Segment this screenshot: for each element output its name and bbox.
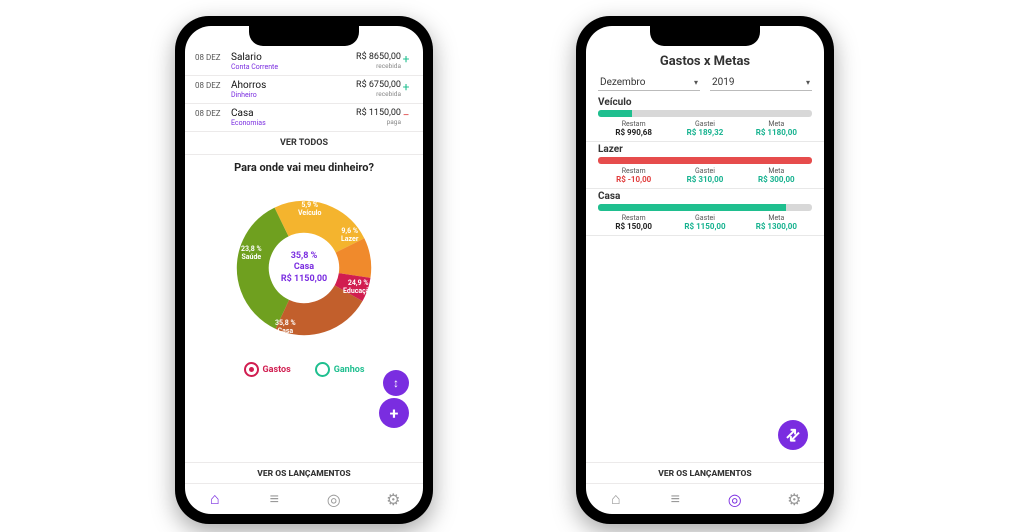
transaction-account: Dinheiro <box>231 91 356 99</box>
bottom-nav: ⌂ ≡ ◎ ⚙ <box>586 483 824 514</box>
goal-restam: R$ -10,00 <box>598 175 669 184</box>
transaction-account: Conta Corrente <box>231 63 356 71</box>
transaction-row[interactable]: 08 DEZ Casa Economias R$ 1150,00 paga − <box>185 104 423 132</box>
bottom-nav: ⌂ ≡ ◎ ⚙ <box>185 483 423 514</box>
goal-name: Casa <box>598 191 812 202</box>
transaction-amount: R$ 1150,00 <box>356 108 401 118</box>
transaction-row[interactable]: 08 DEZ Ahorros Dinheiro R$ 6750,00 receb… <box>185 76 423 104</box>
transaction-title: Casa <box>231 108 356 119</box>
see-transactions-button[interactable]: VER OS LANÇAMENTOS <box>586 462 824 483</box>
transaction-row[interactable]: 08 DEZ Salario Conta Corrente R$ 8650,00… <box>185 48 423 76</box>
notch <box>650 26 760 46</box>
nav-list-icon[interactable]: ≡ <box>666 490 684 508</box>
goal-meta: R$ 1180,00 <box>741 128 812 137</box>
swap-icon: ⇅ <box>782 424 805 447</box>
goal-restam: R$ 150,00 <box>598 222 669 231</box>
nav-target-icon[interactable]: ◎ <box>726 490 744 508</box>
transaction-amount: R$ 8650,00 <box>356 52 401 62</box>
year-dropdown[interactable]: 2019 ▾ <box>710 75 812 91</box>
chart-card: Para onde vai meu dinheiro? <box>185 155 423 462</box>
transaction-title: Ahorros <box>231 80 356 91</box>
plus-icon: + <box>390 404 399 423</box>
transaction-status: paga <box>387 118 401 126</box>
chevron-down-icon: ▾ <box>806 78 810 87</box>
slice-label-saude: 23,8 %Saúde <box>241 246 262 261</box>
slice-label-educacao: 24,9 %Educação <box>343 280 373 295</box>
goal-row[interactable]: Veículo Restam Gastei Meta R$ 990,68 R$ … <box>586 95 824 142</box>
see-transactions-button[interactable]: VER OS LANÇAMENTOS <box>185 462 423 483</box>
goal-restam: R$ 990,68 <box>598 128 669 137</box>
nav-list-icon[interactable]: ≡ <box>265 490 283 508</box>
progress-bar <box>598 110 812 117</box>
goal-gastei: R$ 1150,00 <box>669 222 740 231</box>
page-title: Gastos x Metas <box>586 48 824 75</box>
phone-frame-right: Gastos x Metas Dezembro ▾ 2019 ▾ Veículo <box>576 16 834 524</box>
transaction-date: 08 DEZ <box>195 108 231 118</box>
see-all-button[interactable]: VER TODOS <box>185 132 423 155</box>
nav-settings-icon[interactable]: ⚙ <box>785 490 803 508</box>
donut-center-label: 35,8 % Casa R$ 1150,00 <box>281 251 327 285</box>
nav-home-icon[interactable]: ⌂ <box>607 490 625 508</box>
transaction-date: 08 DEZ <box>195 52 231 62</box>
transaction-status: recebida <box>376 90 401 98</box>
slice-label-lazer: 9,6 %Lazer <box>341 228 358 243</box>
slice-label-casa: 35,8 %Casa <box>275 320 296 335</box>
plus-icon: + <box>401 80 411 94</box>
fab-swap-button[interactable]: ⇅ <box>778 420 808 450</box>
nav-settings-icon[interactable]: ⚙ <box>384 490 402 508</box>
swap-icon: ↕ <box>393 376 399 390</box>
goal-meta: R$ 1300,00 <box>741 222 812 231</box>
goal-meta: R$ 300,00 <box>741 175 812 184</box>
chart-title: Para onde vai meu dinheiro? <box>185 161 423 174</box>
transaction-title: Salario <box>231 52 356 63</box>
phone-frame-left: 08 DEZ Salario Conta Corrente R$ 8650,00… <box>175 16 433 524</box>
fab-add-button[interactable]: + <box>379 398 409 428</box>
transaction-status: recebida <box>376 62 401 70</box>
transaction-date: 08 DEZ <box>195 80 231 90</box>
month-dropdown[interactable]: Dezembro ▾ <box>598 75 700 91</box>
transaction-amount: R$ 6750,00 <box>356 80 401 90</box>
nav-target-icon[interactable]: ◎ <box>325 490 343 508</box>
chevron-down-icon: ▾ <box>694 78 698 87</box>
plus-icon: + <box>401 52 411 66</box>
nav-home-icon[interactable]: ⌂ <box>206 490 224 508</box>
goal-gastei: R$ 310,00 <box>669 175 740 184</box>
radio-icon <box>244 362 259 377</box>
minus-icon: − <box>401 108 411 122</box>
transaction-list: 08 DEZ Salario Conta Corrente R$ 8650,00… <box>185 48 423 132</box>
goal-row[interactable]: Lazer Restam Gastei Meta R$ -10,00 R$ 31… <box>586 142 824 189</box>
transaction-account: Economias <box>231 119 356 127</box>
goal-gastei: R$ 189,32 <box>669 128 740 137</box>
progress-bar <box>598 157 812 164</box>
radio-icon <box>315 362 330 377</box>
progress-bar <box>598 204 812 211</box>
goal-row[interactable]: Casa Restam Gastei Meta R$ 150,00 R$ 115… <box>586 189 824 236</box>
legend-gastos[interactable]: Gastos <box>244 362 291 377</box>
fab-swap-button[interactable]: ↕ <box>383 370 409 396</box>
legend-ganhos[interactable]: Ganhos <box>315 362 365 377</box>
slice-label-veiculo: 5,9 %Veículo <box>298 202 322 217</box>
goal-name: Lazer <box>598 144 812 155</box>
notch <box>249 26 359 46</box>
goal-name: Veículo <box>598 97 812 108</box>
